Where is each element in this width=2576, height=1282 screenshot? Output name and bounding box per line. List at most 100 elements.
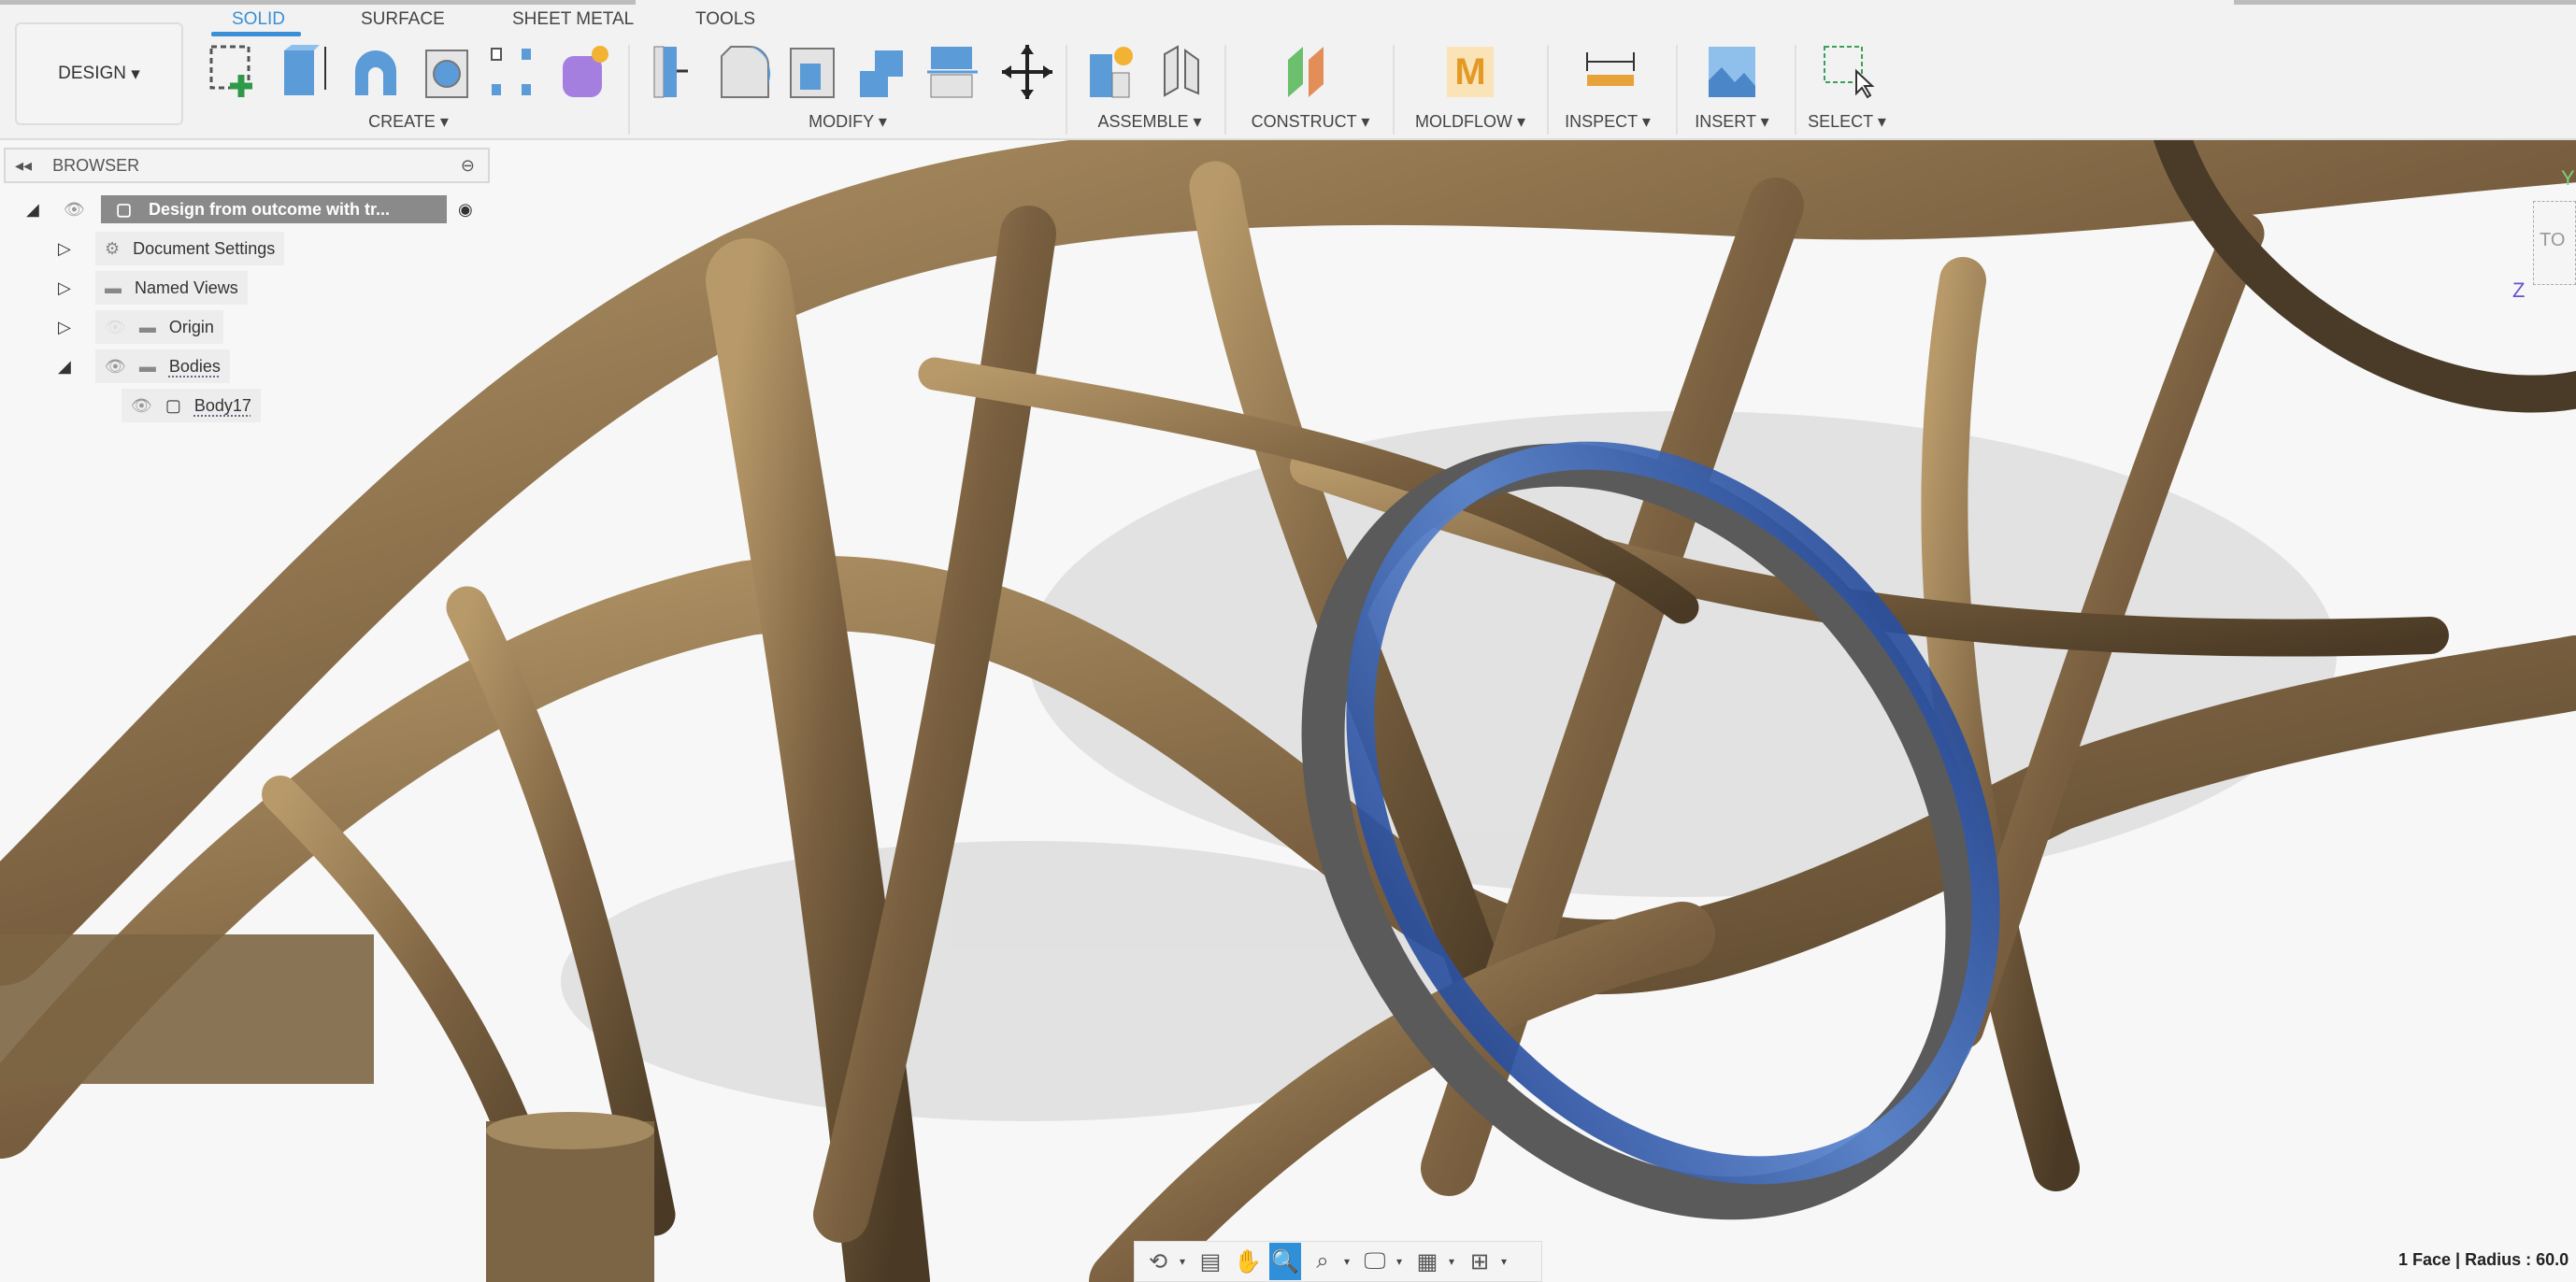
construct-menu[interactable]: CONSTRUCT ▾ — [1252, 112, 1370, 132]
expanded-triangle-icon[interactable]: ◢ — [58, 357, 95, 377]
move-icon[interactable] — [1000, 43, 1054, 101]
revolve-icon[interactable] — [350, 43, 404, 101]
create-menu[interactable]: CREATE ▾ — [368, 112, 449, 132]
fillet-icon[interactable] — [718, 43, 772, 101]
expanded-triangle-icon[interactable]: ◢ — [26, 200, 64, 220]
svg-text:M: M — [1454, 51, 1485, 93]
zoom-dropdown[interactable]: ▾ — [1344, 1255, 1353, 1268]
assemble-menu[interactable]: ASSEMBLE ▾ — [1097, 112, 1201, 132]
grid-dropdown[interactable]: ▾ — [1449, 1255, 1458, 1268]
component-icon: ▢ — [116, 199, 133, 219]
tab-surface[interactable]: SURFACE — [361, 9, 445, 30]
tree-item-named-views[interactable]: ▷ ▬ Named Views — [58, 271, 248, 305]
measure-icon[interactable] — [1583, 43, 1638, 101]
expand-triangle-icon[interactable]: ▷ — [58, 318, 95, 337]
joint-icon[interactable] — [1157, 43, 1211, 101]
grid-icon[interactable]: ▦ — [1411, 1243, 1443, 1280]
press-pull-icon[interactable] — [649, 43, 703, 101]
viewcube-face-label: TO — [2540, 230, 2566, 250]
divider — [1547, 45, 1549, 135]
selection-status: 1 Face | Radius : 60.0 — [2398, 1250, 2569, 1269]
body-icon: ▢ — [165, 395, 181, 415]
tree-item-origin[interactable]: ▷ 👁 ▬ Origin — [58, 310, 223, 344]
active-tab-indicator — [211, 32, 301, 36]
tree-root[interactable]: ◢ 👁 ▢ Design from outcome with tr... ◉ — [26, 192, 473, 226]
extrude-icon[interactable] — [279, 43, 333, 101]
browser-title: BROWSER — [52, 155, 140, 175]
new-component-icon[interactable] — [1086, 43, 1140, 101]
inspect-label: INSPECT — [1565, 112, 1638, 131]
moldflow-label: MOLDFLOW — [1414, 112, 1512, 131]
select-menu[interactable]: SELECT ▾ — [1808, 112, 1886, 132]
look-at-icon[interactable]: ▤ — [1195, 1243, 1226, 1280]
modify-label: MODIFY — [809, 112, 874, 131]
hole-icon[interactable] — [421, 43, 475, 101]
insert-label: INSERT — [1695, 112, 1756, 131]
eye-icon[interactable]: 👁 — [64, 200, 101, 220]
z-axis-label: Z — [2512, 278, 2526, 302]
viewcube[interactable]: TO — [2533, 201, 2576, 285]
workspace-dropdown[interactable]: DESIGN ▾ — [15, 22, 183, 125]
root-component[interactable]: ▢ Design from outcome with tr... — [101, 195, 447, 223]
pattern-icon[interactable] — [488, 43, 542, 101]
divider — [628, 45, 630, 135]
assemble-label: ASSEMBLE — [1097, 112, 1189, 131]
divider — [1795, 45, 1796, 135]
create-form-icon[interactable] — [559, 43, 613, 101]
select-icon[interactable] — [1821, 43, 1875, 101]
divider — [1066, 45, 1067, 135]
toolbar: DESIGN ▾ SOLID SURFACE SHEET METAL TOOLS… — [0, 0, 2576, 140]
minimize-panel-icon[interactable]: ⊖ — [461, 156, 475, 176]
folder-icon: ▬ — [138, 317, 156, 336]
construct-label: CONSTRUCT — [1251, 112, 1357, 131]
eye-hidden-icon[interactable]: 👁 — [105, 318, 126, 337]
eye-icon[interactable]: 👁 — [131, 396, 152, 416]
display-dropdown[interactable]: ▾ — [1396, 1255, 1406, 1268]
zoom-icon[interactable]: 🔍 — [1269, 1243, 1301, 1280]
tab-tools[interactable]: TOOLS — [695, 9, 755, 30]
gear-icon: ⚙ — [105, 238, 121, 258]
item-label: Bodies — [168, 356, 221, 376]
shell-icon[interactable] — [787, 43, 841, 101]
moldflow-menu[interactable]: MOLDFLOW ▾ — [1415, 112, 1525, 132]
collapse-browser-icon[interactable]: ◂◂ — [15, 156, 32, 176]
split-body-icon[interactable] — [925, 43, 980, 101]
navigation-bar: ⟲ ▾ ▤ ✋ 🔍 ⌕ ▾ 🖵 ▾ ▦ ▾ ⊞ ▾ — [1134, 1241, 1542, 1282]
item-label: Document Settings — [133, 238, 276, 258]
insert-menu[interactable]: INSERT ▾ — [1695, 112, 1768, 132]
y-axis-label: Y — [2561, 166, 2575, 190]
tab-sheet-metal[interactable]: SHEET METAL — [512, 9, 634, 30]
construct-plane-icon[interactable] — [1282, 43, 1337, 101]
orbit-icon[interactable]: ⟲ — [1142, 1243, 1174, 1280]
item-label: Body17 — [193, 395, 251, 415]
tree-item-document-settings[interactable]: ▷ ⚙ Document Settings — [58, 232, 285, 265]
zoom-window-icon[interactable]: ⌕ — [1307, 1243, 1338, 1280]
window-strip — [2234, 0, 2576, 5]
select-label: SELECT — [1808, 112, 1873, 131]
orbit-dropdown[interactable]: ▾ — [1180, 1255, 1189, 1268]
divider — [1224, 45, 1226, 135]
pan-hand-icon[interactable]: ✋ — [1232, 1243, 1264, 1280]
eye-icon[interactable]: 👁 — [105, 357, 126, 377]
inspect-menu[interactable]: INSPECT ▾ — [1565, 112, 1651, 132]
expand-triangle-icon[interactable]: ▷ — [58, 239, 95, 259]
browser-header: ◂◂ BROWSER ⊖ — [4, 148, 490, 183]
moldflow-icon[interactable]: M — [1443, 43, 1497, 101]
window-strip — [0, 0, 636, 5]
combine-icon[interactable] — [856, 43, 910, 101]
tree-item-bodies[interactable]: ◢ 👁 ▬ Bodies — [58, 349, 230, 383]
divider — [1393, 45, 1395, 135]
viewports-icon[interactable]: ⊞ — [1464, 1243, 1496, 1280]
folder-icon: ▬ — [138, 356, 156, 376]
folder-icon: ▬ — [105, 278, 122, 297]
activate-radio-icon[interactable]: ◉ — [458, 200, 473, 220]
viewports-dropdown[interactable]: ▾ — [1501, 1255, 1510, 1268]
expand-triangle-icon[interactable]: ▷ — [58, 278, 95, 298]
display-settings-icon[interactable]: 🖵 — [1359, 1243, 1391, 1280]
item-label: Named Views — [135, 278, 238, 297]
modify-menu[interactable]: MODIFY ▾ — [809, 112, 887, 132]
tree-item-body17[interactable]: 👁 ▢ Body17 — [122, 389, 261, 422]
tab-solid[interactable]: SOLID — [232, 9, 285, 30]
insert-image-icon[interactable] — [1705, 43, 1759, 101]
create-sketch-icon[interactable] — [208, 43, 262, 101]
